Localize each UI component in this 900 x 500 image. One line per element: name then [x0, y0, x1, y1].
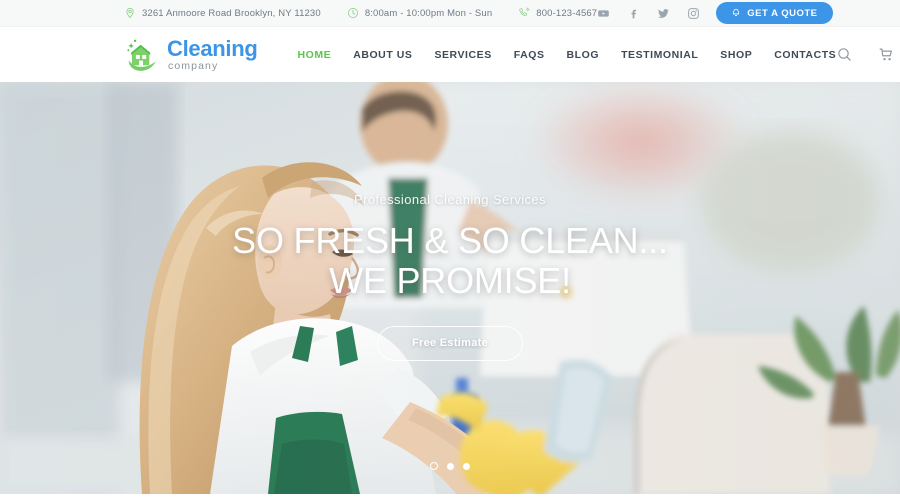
nav-item-services[interactable]: SERVICES: [434, 49, 491, 61]
phone-text: 800-123-4567: [536, 7, 598, 19]
hours-info: 8:00am - 10:00pm Mon - Sun: [347, 7, 492, 19]
youtube-icon[interactable]: [597, 7, 610, 20]
slider-dot-3[interactable]: [463, 462, 470, 470]
map-pin-icon: [126, 7, 134, 19]
nav-item-faqs[interactable]: FAQS: [514, 49, 545, 61]
house-sparkle-icon: [127, 39, 156, 71]
hours-text: 8:00am - 10:00pm Mon - Sun: [364, 7, 493, 19]
get-a-quote-label: GET A QUOTE: [747, 7, 818, 19]
logo-subtitle: company: [168, 59, 219, 72]
instagram-icon[interactable]: [687, 7, 700, 20]
nav-item-testimonial[interactable]: TESTIMONIAL: [621, 49, 698, 61]
clock-icon: [347, 7, 358, 19]
bell-icon: [732, 8, 740, 17]
address-text: 3261 Anmoore Road Brooklyn, NY 11230: [142, 7, 321, 19]
logo-text: Cleaning company: [167, 35, 258, 72]
search-icon[interactable]: [836, 46, 853, 63]
phone-icon: [519, 7, 530, 16]
header-actions: [836, 46, 895, 63]
hero-title: SO FRESH & SO CLEAN... WE PROMISE!: [232, 220, 668, 302]
nav-item-shop[interactable]: SHOP: [720, 49, 752, 61]
top-bar: 3261 Anmoore Road Brooklyn, NY 11230 8:0…: [0, 0, 900, 27]
hero-title-line-2: WE PROMISE!: [329, 260, 571, 302]
free-estimate-button[interactable]: Free Estimate: [376, 325, 524, 361]
nav-item-contacts[interactable]: CONTACTS: [774, 49, 836, 61]
address-info: 3261 Anmoore Road Brooklyn, NY 11230: [124, 7, 321, 19]
nav-item-blog[interactable]: BLOG: [567, 49, 600, 61]
hero-content: Professional Cleaning Services SO FRESH …: [0, 82, 900, 494]
cart-icon[interactable]: [878, 46, 895, 63]
hero-title-line-1: SO FRESH & SO CLEAN...: [232, 220, 668, 261]
social-links: [597, 7, 700, 20]
slider-dot-1[interactable]: [430, 462, 438, 470]
phone-info: 800-123-4567: [518, 7, 597, 19]
get-a-quote-button[interactable]: GET A QUOTE: [716, 2, 833, 24]
nav-item-home[interactable]: HOME: [298, 49, 332, 61]
slider-dots: [0, 462, 900, 470]
hero-slider: Professional Cleaning Services SO FRESH …: [0, 82, 900, 494]
facebook-icon[interactable]: [627, 7, 640, 20]
logo-title: Cleaning: [167, 35, 258, 61]
twitter-icon[interactable]: [657, 7, 670, 20]
top-bar-info: 3261 Anmoore Road Brooklyn, NY 11230 8:0…: [124, 7, 597, 19]
logo[interactable]: Cleaning company: [124, 36, 258, 74]
slider-dot-2[interactable]: [447, 462, 454, 470]
site-header: Cleaning company HOME ABOUT US SERVICES …: [0, 27, 900, 82]
main-navigation: HOME ABOUT US SERVICES FAQS BLOG TESTIMO…: [298, 49, 837, 61]
hero-subtitle: Professional Cleaning Services: [354, 192, 546, 207]
nav-item-about-us[interactable]: ABOUT US: [353, 49, 412, 61]
